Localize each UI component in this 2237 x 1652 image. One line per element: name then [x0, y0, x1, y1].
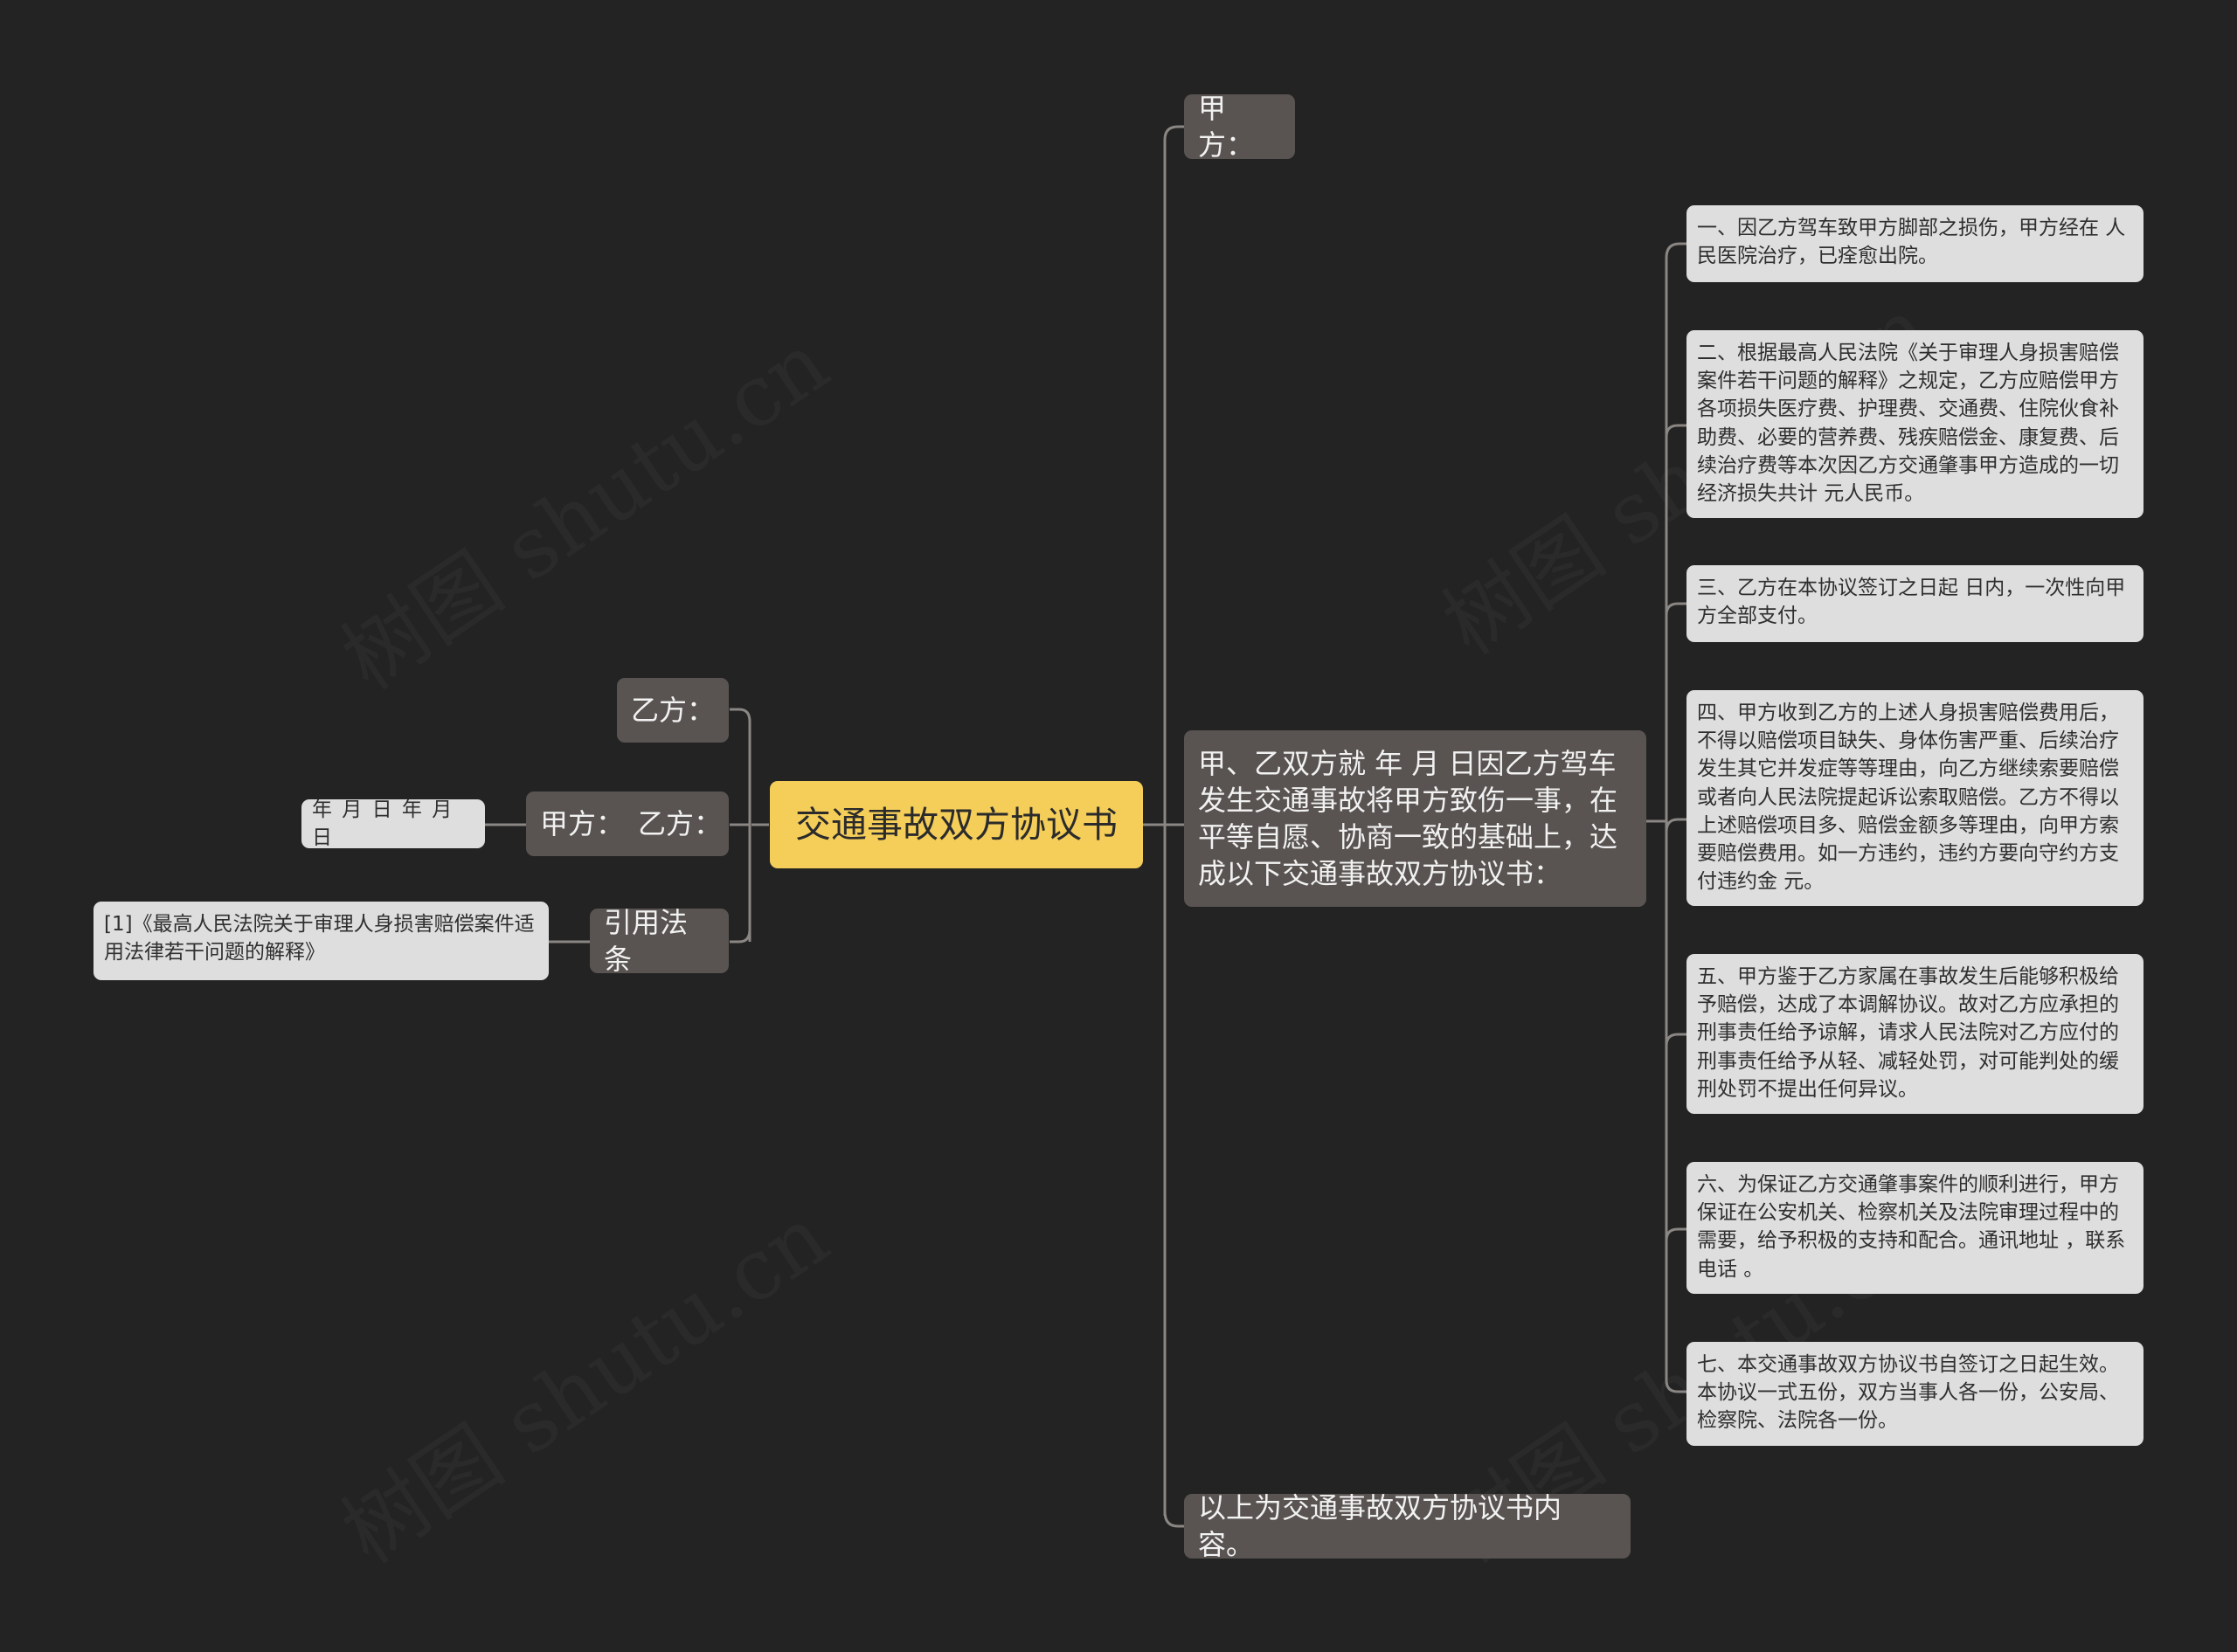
connector-clause-spine: [1665, 242, 1686, 1380]
clause-4[interactable]: 四、甲方收到乙方的上述人身损害赔偿费用后，不得以赔偿项目缺失、身体伤害严重、后续…: [1686, 690, 2144, 906]
connector-clause-7: [1665, 1379, 1686, 1393]
connector-clause-5: [1665, 1033, 1686, 1047]
clause-1-text: 一、因乙方驾车致甲方脚部之损伤，甲方经在 人民医院治疗，已痊愈出院。: [1697, 217, 2126, 268]
connector-right-low: [1163, 1510, 1184, 1528]
leaf-law-reference[interactable]: [1]《最高人民法院关于审理人身损害赔偿案件适用法律若干问题的解释》: [93, 902, 549, 980]
branch-closing-label: 以上为交通事故双方协议书内容。: [1198, 1490, 1562, 1561]
mindmap-canvas: 树图 shutu.cn 树图 shutu.cn 树图 shutu.cn 树图 s…: [0, 0, 2237, 1652]
clause-3[interactable]: 三、乙方在本协议签订之日起 日内，一次性向甲方全部支付。: [1686, 565, 2144, 642]
branch-law-citation[interactable]: 引用法条: [590, 906, 729, 976]
branch-jiafang[interactable]: 甲方：: [1184, 92, 1295, 162]
connector-clause-6: [1665, 1227, 1686, 1241]
clause-4-text: 四、甲方收到乙方的上述人身损害赔偿费用后，不得以赔偿项目缺失、身体伤害严重、后续…: [1697, 702, 2119, 894]
branch-agreement-intro-label: 甲、乙双方就 年 月 日因乙方驾车发生交通事故将甲方致伤一事，在平等自愿、协商一…: [1198, 746, 1618, 891]
clause-7-text: 七、本交通事故双方协议书自签订之日起生效。本协议一式五份，双方当事人各一份，公安…: [1697, 1353, 2119, 1433]
branch-jiafang-yifang[interactable]: 甲方： 乙方：: [526, 791, 729, 856]
leaf-law-reference-label: [1]《最高人民法院关于审理人身损害赔偿案件适用法律若干问题的解释》: [104, 913, 535, 964]
clause-1[interactable]: 一、因乙方驾车致甲方脚部之损伤，甲方经在 人民医院治疗，已痊愈出院。: [1686, 205, 2144, 282]
clause-5-text: 五、甲方鉴于乙方家属在事故发生后能够积极给予赔偿，达成了本调解协议。故对乙方应承…: [1697, 965, 2119, 1101]
connector-clause-3: [1665, 602, 1686, 616]
root-node[interactable]: 交通事故双方协议书: [770, 781, 1143, 868]
branch-agreement-intro[interactable]: 甲、乙双方就 年 月 日因乙方驾车发生交通事故将甲方致伤一事，在平等自愿、协商一…: [1184, 730, 1646, 907]
branch-yifang-label: 乙方：: [631, 693, 716, 727]
clause-3-text: 三、乙方在本协议签订之日起 日内，一次性向甲方全部支付。: [1697, 577, 2126, 628]
connector-left-low: [730, 929, 751, 944]
branch-law-citation-label: 引用法条: [604, 905, 689, 976]
clause-7[interactable]: 七、本交通事故双方协议书自签订之日起生效。本协议一式五份，双方当事人各一份，公安…: [1686, 1342, 2144, 1446]
clause-2[interactable]: 二、根据最高人民法院《关于审理人身损害赔偿案件若干问题的解释》之规定，乙方应赔偿…: [1686, 330, 2144, 518]
leaf-signature-dates-label: 年 月 日 年 月 日: [312, 798, 454, 849]
leaf-signature-dates[interactable]: 年 月 日 年 月 日: [301, 798, 485, 849]
connector-clause-4: [1665, 818, 1686, 833]
root-label: 交通事故双方协议书: [795, 803, 1118, 846]
connector-right-spine: [1163, 125, 1184, 1516]
branch-yifang[interactable]: 乙方：: [617, 678, 729, 743]
branch-closing[interactable]: 以上为交通事故双方协议书内容。: [1184, 1491, 1631, 1561]
branch-jiafang-label: 甲方：: [1198, 91, 1255, 162]
clause-5[interactable]: 五、甲方鉴于乙方家属在事故发生后能够积极给予赔偿，达成了本调解协议。故对乙方应承…: [1686, 954, 2144, 1114]
clause-6[interactable]: 六、为保证乙方交通肇事案件的顺利进行，甲方保证在公安机关、检察机关及法院审理过程…: [1686, 1162, 2144, 1294]
connector-clause-2: [1665, 424, 1686, 438]
clause-6-text: 六、为保证乙方交通肇事案件的顺利进行，甲方保证在公安机关、检察机关及法院审理过程…: [1697, 1173, 2126, 1281]
clause-2-text: 二、根据最高人民法院《关于审理人身损害赔偿案件若干问题的解释》之规定，乙方应赔偿…: [1697, 342, 2119, 505]
branch-jiafang-yifang-label: 甲方： 乙方：: [540, 806, 723, 840]
